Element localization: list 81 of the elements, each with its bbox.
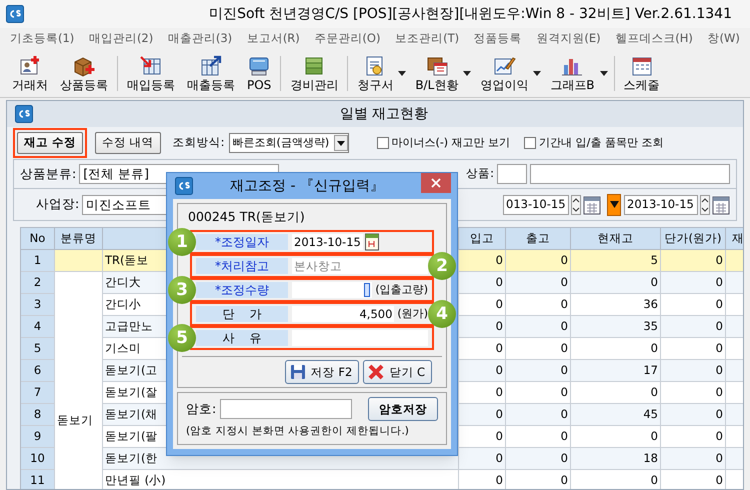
- checkbox-label: 기간내 입/출 품목만 조회: [539, 134, 664, 151]
- row-number: 4: [21, 316, 55, 338]
- table-cell: 0: [661, 426, 726, 448]
- field-label: 조회방식:: [172, 134, 225, 152]
- table-cell: 0: [459, 382, 506, 404]
- table-cell: 0: [459, 250, 506, 272]
- table-cell: 0: [459, 338, 506, 360]
- table-cell: 0: [661, 272, 726, 294]
- column-header: No: [21, 228, 55, 250]
- field-label: 상품분류:: [20, 164, 76, 183]
- table-cell: 0: [459, 316, 506, 338]
- column-header: 분류명: [55, 228, 103, 250]
- table-cell: 0: [506, 294, 571, 316]
- table-cell: 18: [571, 448, 661, 470]
- row-number: 9: [21, 426, 55, 448]
- table-cell: 17: [571, 360, 661, 382]
- table-cell: 0: [661, 294, 726, 316]
- field-label: *처리참고: [196, 258, 288, 274]
- table-cell: 36: [571, 294, 661, 316]
- callout-number: 4: [428, 300, 456, 328]
- table-cell: 0: [506, 426, 571, 448]
- table-cell: 0: [459, 404, 506, 426]
- table-cell: 0: [506, 404, 571, 426]
- table-cell: 35: [571, 316, 661, 338]
- field-label: 사 유: [196, 330, 288, 346]
- table-cell: 0: [506, 250, 571, 272]
- row-number: 11: [21, 470, 55, 489]
- table-cell: 0: [661, 250, 726, 272]
- table-cell: 0: [506, 272, 571, 294]
- table-cell: 0: [661, 382, 726, 404]
- table-cell: 0: [506, 382, 571, 404]
- column-header: 출고: [506, 228, 571, 250]
- table-cell: 0: [506, 448, 571, 470]
- table-cell: 만년필 (小): [103, 470, 459, 489]
- table-cell: 돋보기: [55, 272, 103, 489]
- row-number: 2: [21, 272, 55, 294]
- table-cell: 0: [459, 426, 506, 448]
- table-cell: 0: [661, 448, 726, 470]
- field-label: 사업장:: [36, 195, 80, 214]
- table-cell: 0: [506, 316, 571, 338]
- table-cell: 0: [459, 448, 506, 470]
- callout-number: 3: [168, 276, 196, 304]
- table-cell: 0: [661, 360, 726, 382]
- table-cell: 0: [506, 360, 571, 382]
- row-number: 3: [21, 294, 55, 316]
- row-number: 5: [21, 338, 55, 360]
- field-label: 단 가: [196, 306, 288, 322]
- field-label: 상품:: [466, 165, 494, 182]
- row-number: 7: [21, 382, 55, 404]
- table-cell: 0: [571, 382, 661, 404]
- callout-number: 5: [168, 324, 196, 352]
- table-cell: 0: [506, 338, 571, 360]
- window-title: 미진Soft 천년경영C/S [POS][공사현장][내윈도우:Win 8 - 32비트] Ver.2.61.1341: [208, 4, 733, 24]
- table-cell: 0: [661, 338, 726, 360]
- checkbox-label: 마이너스(-) 재고만 보기: [392, 134, 510, 151]
- table-cell: 0: [459, 272, 506, 294]
- column-header: 현재고: [571, 228, 661, 250]
- table-cell: 45: [571, 404, 661, 426]
- table-cell: 0: [571, 272, 661, 294]
- column-header: 재: [726, 228, 743, 250]
- column-header: 입고: [459, 228, 506, 250]
- table-cell: 0: [661, 404, 726, 426]
- row-number: 10: [21, 448, 55, 470]
- product-label: 000245 TR(돋보기): [187, 208, 306, 226]
- table-cell: 0: [459, 294, 506, 316]
- table-cell: 0: [571, 426, 661, 448]
- field-label: *조정일자: [196, 234, 288, 250]
- table-cell: 0: [661, 316, 726, 338]
- callout-number: 2: [428, 252, 456, 280]
- table-cell: 0: [459, 360, 506, 382]
- window-title: 일별 재고현황: [338, 104, 430, 124]
- row-number: 8: [21, 404, 55, 426]
- row-number: 1: [21, 250, 55, 272]
- note-text: (암호 지정시 본화면 사용권한이 제한됩니다.): [186, 424, 410, 440]
- table-cell: 0: [571, 338, 661, 360]
- field-label: *조정수량: [196, 282, 288, 298]
- table-cell: 5: [571, 250, 661, 272]
- column-header: 단가(원가): [661, 228, 726, 250]
- dialog-title: 재고조정 - 『신규입력』: [229, 176, 385, 196]
- row-number: 6: [21, 360, 55, 382]
- callout-number: 1: [168, 228, 196, 256]
